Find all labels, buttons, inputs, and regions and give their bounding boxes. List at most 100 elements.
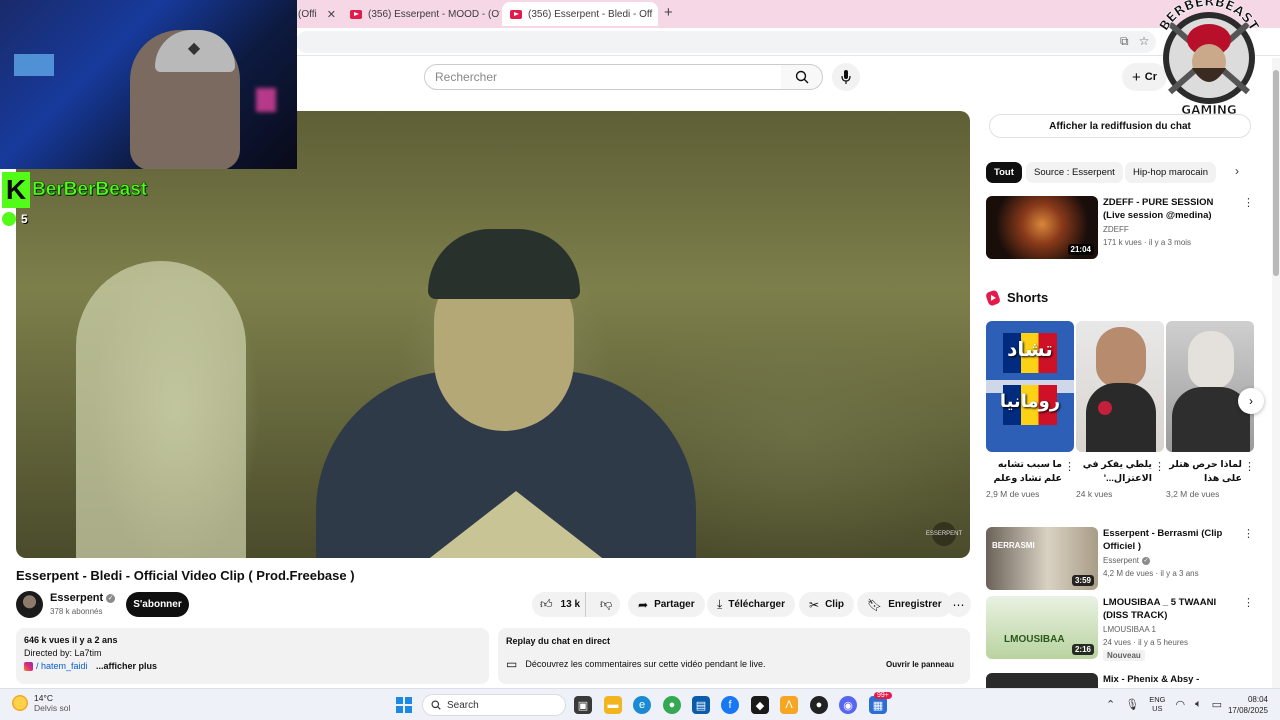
- taskbar-search[interactable]: Search: [422, 694, 566, 716]
- recommended-title[interactable]: ZDEFF - PURE SESSION (Live session @medi…: [1103, 196, 1238, 222]
- download-button[interactable]: ⤓ Télécharger: [707, 592, 796, 617]
- store-icon[interactable]: ▤: [692, 696, 710, 714]
- kebab-menu-icon[interactable]: ⋮: [1243, 596, 1254, 609]
- kebab-menu-icon[interactable]: ⋮: [1064, 460, 1075, 473]
- recommended-title[interactable]: LMOUSIBAA _ 5 TWAANI (DISS TRACK): [1103, 596, 1238, 622]
- file-explorer-icon[interactable]: ▬: [604, 696, 622, 714]
- recommended-title[interactable]: Mix - Phenix & Absy - Anarchy's: [1103, 673, 1238, 688]
- recommended-video[interactable]: Mix - Phenix & Absy - Anarchy's: [986, 673, 1254, 688]
- shorts-next-button[interactable]: ›: [1238, 388, 1264, 414]
- short-thumbnail[interactable]: [1076, 321, 1164, 452]
- chip-all[interactable]: Tout: [986, 162, 1022, 183]
- description-box[interactable]: 646 k vues il y a 2 ans Directed by: La7…: [16, 628, 489, 684]
- app-icon[interactable]: ●: [810, 696, 828, 714]
- tab-title: (Offi: [298, 8, 317, 20]
- app-icon[interactable]: ◆: [751, 696, 769, 714]
- dislike-button[interactable]: 👎︎: [592, 592, 620, 617]
- share-button[interactable]: ➦ Partager: [628, 592, 705, 617]
- chip-genre[interactable]: Hip-hop marocain: [1125, 162, 1216, 183]
- browser-tab-active[interactable]: (356) Esserpent - Bledi - Off 🔊 ✕: [502, 2, 658, 26]
- short-title[interactable]: ما سبب تشابه علم تشاد وعلم رومانيا: [986, 458, 1063, 486]
- kebab-menu-icon[interactable]: ⋮: [1243, 527, 1254, 540]
- instagram-link[interactable]: / hatem_faidi: [36, 661, 88, 671]
- short-title[interactable]: لماذا حرص هتلر على هذا الشارب...: [1166, 458, 1242, 486]
- verified-check-icon: ✓: [1142, 556, 1151, 565]
- recommended-video[interactable]: BERRASMI 3:59 Esserpent - Berrasmi (Clip…: [986, 527, 1254, 591]
- clock-time: 08:04: [1247, 695, 1268, 704]
- cast-icon[interactable]: ⧉: [1120, 34, 1129, 49]
- app-icon[interactable]: Λ: [780, 696, 798, 714]
- video-player[interactable]: ESSERPENT: [16, 111, 970, 558]
- microphone-icon[interactable]: 🎙︎: [1125, 698, 1139, 711]
- recommended-title[interactable]: Esserpent - Berrasmi (Clip Officiel ): [1103, 527, 1238, 553]
- kebab-menu-icon[interactable]: ⋮: [1154, 460, 1165, 473]
- recommended-channel-row[interactable]: Esserpent ✓: [1103, 556, 1151, 565]
- recommended-channel[interactable]: ZDEFF: [1103, 225, 1129, 234]
- close-tab-icon[interactable]: ✕: [327, 8, 336, 21]
- edge-icon[interactable]: e: [633, 696, 651, 714]
- channel-avatar[interactable]: [16, 591, 43, 618]
- short-item[interactable]: يلطي يفكر في الاعتزال...' 24 k vues ⋮: [1076, 321, 1165, 499]
- recommended-video[interactable]: LMOUSIBAA 2:16 LMOUSIBAA _ 5 TWAANI (DIS…: [986, 596, 1254, 661]
- channel-watermark[interactable]: ESSERPENT: [926, 522, 962, 546]
- url-field[interactable]: [296, 31, 1156, 53]
- scissors-icon: ✂: [809, 597, 820, 612]
- short-thumbnail[interactable]: [1166, 321, 1254, 452]
- keyboard-layout: US: [1152, 704, 1163, 713]
- kebab-menu-icon[interactable]: ⋮: [1244, 460, 1255, 473]
- short-title[interactable]: يلطي يفكر في الاعتزال...': [1076, 458, 1152, 486]
- show-chat-replay-button[interactable]: Afficher la rediffusion du chat: [989, 114, 1251, 138]
- recommended-channel[interactable]: Esserpent: [1103, 556, 1139, 565]
- open-panel-button[interactable]: Ouvrir le panneau: [878, 656, 962, 673]
- video-thumbnail[interactable]: LMOUSIBAA 2:16: [986, 596, 1098, 659]
- recommended-video[interactable]: 21:04 ZDEFF - PURE SESSION (Live session…: [986, 196, 1254, 260]
- youtube-favicon-icon: [350, 9, 362, 19]
- scrollbar-thumb[interactable]: [1273, 70, 1279, 276]
- subscriber-count: 378 k abonnés: [50, 607, 103, 616]
- discord-icon[interactable]: ◉: [839, 696, 857, 714]
- like-button[interactable]: 👍︎ 13 k: [532, 592, 587, 617]
- shorts-title: Shorts: [1007, 290, 1049, 305]
- weather-widget[interactable]: 14°C Delvis sol: [12, 693, 70, 713]
- language-indicator[interactable]: ENG US: [1149, 695, 1165, 713]
- kick-logo-icon: K: [2, 172, 30, 208]
- chip-source[interactable]: Source : Esserpent: [1026, 162, 1123, 183]
- subscribe-button[interactable]: S'abonner: [126, 592, 189, 617]
- new-tab-button[interactable]: +: [664, 4, 673, 21]
- clip-button[interactable]: ✂ Clip: [799, 592, 854, 617]
- show-more-link[interactable]: ...afficher plus: [96, 661, 157, 671]
- chrome-icon[interactable]: ●: [663, 696, 681, 714]
- save-button[interactable]: 🔖︎ Enregistrer: [857, 592, 952, 617]
- channel-name-row[interactable]: Esserpent ✓: [50, 592, 116, 604]
- short-thumbnail[interactable]: تشاد رومانيا: [986, 321, 1074, 452]
- wifi-icon[interactable]: ◠: [1175, 698, 1185, 711]
- more-actions-button[interactable]: ⋯: [946, 592, 971, 617]
- video-thumbnail[interactable]: 21:04: [986, 196, 1098, 259]
- facebook-icon[interactable]: f: [721, 696, 739, 714]
- notification-badge: 99+: [874, 692, 892, 699]
- kebab-menu-icon[interactable]: ⋮: [1243, 196, 1254, 209]
- chevron-up-icon[interactable]: ⌃: [1106, 698, 1115, 711]
- chevron-right-icon[interactable]: ›: [1228, 164, 1246, 178]
- task-view-icon[interactable]: ▣: [574, 696, 592, 714]
- berberbeast-gaming-logo: BERBERBEAST GAMING: [1157, 0, 1262, 117]
- battery-icon[interactable]: ▭: [1212, 698, 1222, 711]
- webcam-light: [256, 88, 276, 112]
- voice-search-button[interactable]: [832, 63, 860, 91]
- video-thumbnail[interactable]: [986, 673, 1098, 688]
- volume-icon[interactable]: 🔈︎: [1195, 698, 1202, 711]
- recommended-channel[interactable]: LMOUSIBAA 1: [1103, 625, 1156, 634]
- browser-tab[interactable]: (356) Esserpent - MOOD - (Offi ✕: [342, 2, 500, 26]
- browser-tab[interactable]: (Offi ✕: [290, 2, 340, 26]
- search-button[interactable]: [781, 64, 823, 90]
- temperature: 14°C: [34, 693, 53, 703]
- taskbar-clock[interactable]: 08:04 17/08/2025: [1224, 694, 1268, 716]
- video-thumbnail[interactable]: BERRASMI 3:59: [986, 527, 1098, 590]
- duration-badge: 2:16: [1071, 644, 1094, 655]
- webcam-background-monitor: [14, 54, 54, 76]
- video-frame-detail: [428, 229, 580, 299]
- short-item[interactable]: تشاد رومانيا ما سبب تشابه علم تشاد وعلم …: [986, 321, 1075, 499]
- channel-name[interactable]: Esserpent: [50, 592, 103, 604]
- search-input[interactable]: Rechercher: [424, 64, 782, 90]
- windows-start-icon[interactable]: [396, 697, 412, 713]
